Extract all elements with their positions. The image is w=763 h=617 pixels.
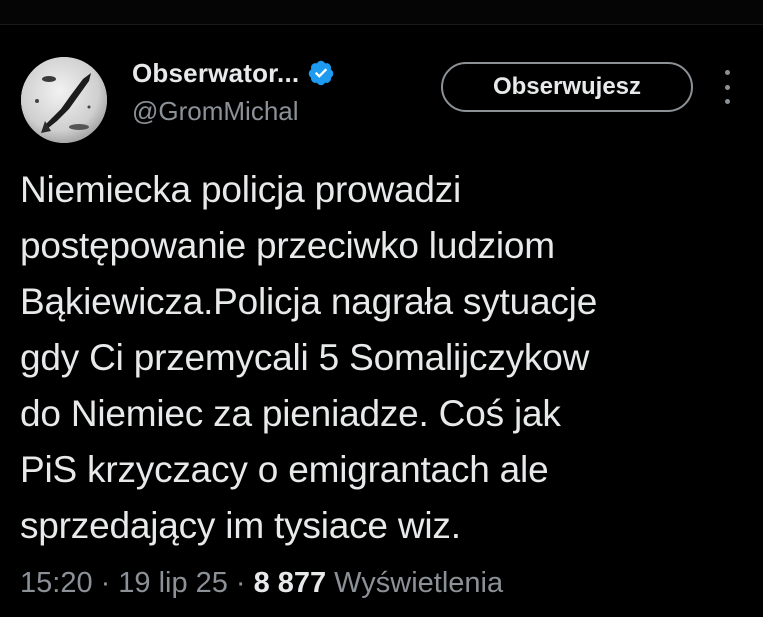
tweet-card: Obserwator... @GromMichal Obserwujesz Ni… [0,0,763,617]
tweet-text-line: do Niemiec za pieniadze. Coś jak [20,393,561,434]
avatar[interactable] [21,57,107,143]
verified-badge-icon [307,59,335,87]
views-count: 8 877 [253,567,327,599]
display-name-row[interactable]: Obserwator... [132,55,335,91]
tweet-text-line: Niemiecka policja prowadzi [20,169,462,210]
display-name[interactable]: Obserwator... [132,58,299,89]
more-vertical-icon[interactable] [718,70,736,104]
tweet-text: Niemiecka policja prowadzi postępowanie … [20,162,755,554]
tweet-date[interactable]: 19 lip 25 [118,567,228,600]
meta-separator: · [235,567,246,599]
following-button[interactable]: Obserwujesz [441,62,693,112]
tweet-text-line: sprzedający im tysiace wiz. [20,505,461,546]
views-label: Wyświetlenia [334,567,504,599]
more-dot [724,70,730,75]
tweet-text-line: Bąkiewicza.Policja nagrała sytuacje [20,281,598,322]
tweet-time[interactable]: 15:20 [20,567,93,600]
meta-separator: · [100,567,111,599]
tweet-text-line: PiS krzyczacy o emigrantach ale [20,449,549,490]
top-divider [0,0,763,25]
tweet-text-line: gdy Ci przemycali 5 Somalijczykow [20,337,590,378]
tweet-text-line: postępowanie przeciwko ludziom [20,225,555,266]
avatar-image [21,57,107,143]
tweet-meta: 15:20 · 19 lip 25 · 8 877 Wyświetlenia [20,567,503,600]
more-dot [724,99,730,104]
more-dot [724,84,730,90]
account-handle[interactable]: @GromMichal [132,96,299,127]
